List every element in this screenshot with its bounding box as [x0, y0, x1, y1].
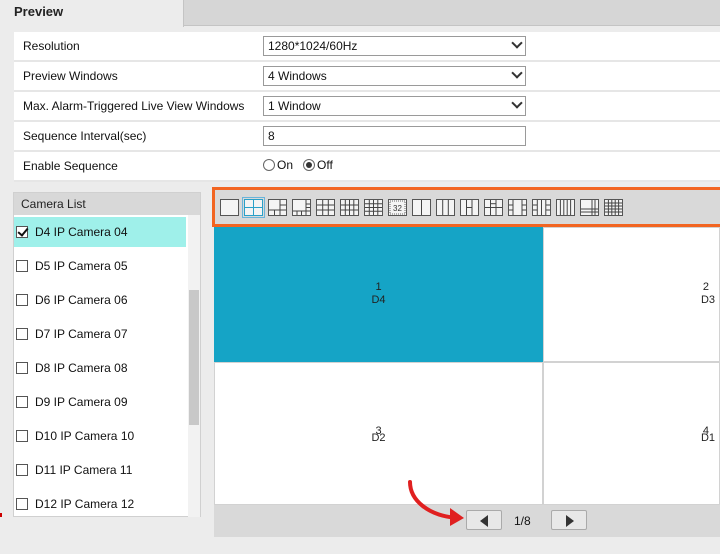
camera-list-item-label: D11 IP Camera 11	[35, 463, 133, 477]
radio-on-icon	[303, 159, 316, 171]
checkbox-checked-icon[interactable]	[16, 226, 28, 238]
checkbox-icon[interactable]	[16, 294, 28, 306]
checkbox-icon[interactable]	[16, 328, 28, 340]
resolution-label: Resolution	[23, 39, 80, 53]
next-page-button[interactable]	[551, 510, 587, 530]
sequence-interval-row: Sequence Interval(sec) 8	[14, 122, 720, 152]
layout-1-button[interactable]	[220, 198, 239, 216]
camera-list-item-label: D12 IP Camera 12	[35, 497, 135, 511]
layout-3-button[interactable]	[436, 198, 455, 216]
camera-list-item[interactable]: D7 IP Camera 07	[14, 319, 186, 349]
camera-list-item[interactable]: D9 IP Camera 09	[14, 387, 186, 417]
checkbox-icon[interactable]	[16, 362, 28, 374]
resolution-row: Resolution 1280*1024/60Hz	[14, 32, 720, 62]
scrollbar-thumb[interactable]	[189, 290, 199, 425]
alarm-live-view-label: Max. Alarm-Triggered Live View Windows	[23, 99, 245, 113]
preview-windows-row: Preview Windows 4 Windows	[14, 62, 720, 92]
resolution-select[interactable]: 1280*1024/60Hz	[263, 36, 526, 56]
enable-sequence-radios: On Off	[263, 158, 333, 172]
layout-7a-button[interactable]	[460, 198, 479, 216]
camera-list-item-label: D6 IP Camera 06	[35, 293, 128, 307]
layout-8-button[interactable]	[292, 198, 311, 216]
camera-list-item-label: D10 IP Camera 10	[35, 429, 135, 443]
camera-list-item-label: D8 IP Camera 08	[35, 361, 128, 375]
resolution-value: 1280*1024/60Hz	[268, 39, 358, 53]
enable-sequence-label: Enable Sequence	[23, 159, 118, 173]
previous-page-button[interactable]	[466, 510, 502, 530]
window-device: D1	[700, 431, 715, 444]
arrow-left-icon	[480, 515, 488, 527]
camera-list-item-label: D9 IP Camera 09	[35, 395, 128, 409]
chevron-down-icon	[511, 97, 523, 109]
camera-list-item[interactable]: D8 IP Camera 08	[14, 353, 186, 383]
camera-list-scrollbar[interactable]	[188, 215, 200, 517]
radio-off-icon	[263, 159, 275, 171]
window-device: D2	[371, 431, 386, 444]
live-view-grid: 1 D4 2 D3 3 D2 4 D1	[214, 227, 720, 505]
video-window[interactable]: 4 D1	[543, 362, 720, 505]
sequence-off-radio[interactable]: Off	[303, 158, 333, 172]
camera-list-item[interactable]: D12 IP Camera 12	[14, 489, 186, 519]
layout-7b-button[interactable]	[508, 198, 527, 216]
annotation-arrow-icon	[408, 480, 464, 526]
page-indicator: 1/8	[514, 514, 531, 528]
preview-windows-label: Preview Windows	[23, 69, 118, 83]
layout-9-button[interactable]	[316, 198, 335, 216]
checkbox-icon[interactable]	[16, 396, 28, 408]
alarm-live-view-select[interactable]: 1 Window	[263, 96, 526, 116]
layout-4-button[interactable]	[242, 196, 265, 218]
checkbox-icon[interactable]	[16, 260, 28, 272]
layout-6-button[interactable]	[268, 198, 287, 216]
tab-preview[interactable]: Preview	[0, 0, 184, 27]
checkbox-icon[interactable]	[16, 498, 28, 510]
layout-16-button[interactable]	[364, 198, 383, 216]
camera-list-item[interactable]: D11 IP Camera 11	[14, 455, 186, 485]
camera-list-header: Camera List	[14, 193, 200, 215]
video-window[interactable]: 2 D3	[543, 227, 720, 362]
layout-12-button[interactable]	[580, 198, 599, 216]
sequence-interval-input[interactable]: 8	[263, 126, 526, 146]
alarm-live-view-value: 1 Window	[268, 99, 321, 113]
layout-32-button[interactable]: 32	[388, 198, 407, 216]
checkbox-icon[interactable]	[16, 430, 28, 442]
camera-list-item[interactable]: D6 IP Camera 06	[14, 285, 186, 315]
camera-list-item-label: D5 IP Camera 05	[35, 259, 128, 273]
chevron-down-icon	[511, 67, 523, 79]
arrow-right-icon	[566, 515, 574, 527]
preview-windows-value: 4 Windows	[268, 69, 327, 83]
chevron-down-icon	[511, 37, 523, 49]
video-window[interactable]: 3 D2	[214, 362, 543, 505]
camera-list-item-label: D4 IP Camera 04	[35, 225, 128, 239]
camera-list-item-label: D7 IP Camera 07	[35, 327, 128, 341]
layout-25-button[interactable]	[604, 198, 623, 216]
camera-list-item[interactable]: D4 IP Camera 04	[14, 217, 186, 247]
sequence-interval-label: Sequence Interval(sec)	[23, 129, 147, 143]
layout-14-button[interactable]	[532, 198, 551, 216]
tab-bar: Preview	[0, 0, 720, 27]
enable-sequence-row: Enable Sequence On Off	[14, 152, 720, 182]
video-window[interactable]: 1 D4	[214, 227, 543, 362]
window-device: D4	[371, 293, 386, 306]
checkbox-icon[interactable]	[16, 464, 28, 476]
window-number: 1	[375, 280, 382, 293]
camera-list-item[interactable]: D10 IP Camera 10	[14, 421, 186, 451]
layout-10-button[interactable]	[340, 198, 359, 216]
sequence-on-label: On	[277, 158, 294, 172]
window-layout-toolbar: 32	[212, 187, 720, 227]
camera-list-panel: Camera List D4 IP Camera 04 D5 IP Camera …	[13, 192, 201, 517]
sequence-off-label: Off	[317, 158, 333, 172]
camera-list-item[interactable]: D5 IP Camera 05	[14, 251, 186, 281]
layout-13-button[interactable]	[484, 198, 503, 216]
alarm-live-view-row: Max. Alarm-Triggered Live View Windows 1…	[14, 92, 720, 122]
sequence-on-radio[interactable]: On	[263, 158, 293, 172]
layout-2-button[interactable]	[412, 198, 431, 216]
window-device: D3	[700, 293, 715, 306]
layout-15-button[interactable]	[556, 198, 575, 216]
preview-windows-select[interactable]: 4 Windows	[263, 66, 526, 86]
edge-mark	[0, 513, 2, 517]
window-number: 2	[702, 280, 709, 293]
layout-32-label: 32	[393, 204, 402, 213]
